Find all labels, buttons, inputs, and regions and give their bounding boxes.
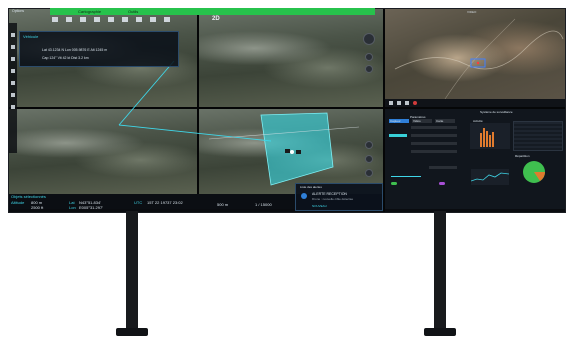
alert-icon bbox=[301, 193, 307, 199]
form-field[interactable] bbox=[411, 150, 457, 153]
zoom-in-icon[interactable] bbox=[365, 53, 373, 61]
altitude-label: Altitude bbox=[11, 200, 25, 205]
dashboard: Système de surveillance Paramètres Capte… bbox=[385, 109, 565, 209]
target-marker bbox=[470, 58, 486, 68]
info-panel-row: Lat 43.1234 N Lon 005.9876 E Alt 1245 m bbox=[42, 48, 108, 52]
draw-icon[interactable] bbox=[11, 57, 15, 61]
ship-icon[interactable] bbox=[150, 17, 156, 22]
distribution-pie bbox=[523, 161, 545, 183]
utc-value: 15T 22 19737 23:02 bbox=[147, 200, 183, 205]
screen-seam bbox=[383, 9, 385, 212]
play-icon[interactable] bbox=[389, 101, 393, 105]
surveillance-zone bbox=[260, 112, 334, 186]
vehicle-marker bbox=[285, 149, 290, 153]
vehicle-marker bbox=[296, 150, 301, 154]
alert-notification[interactable]: Liste des alertes ALERTE RECEPTION Drone… bbox=[295, 183, 383, 211]
mini-line-chart bbox=[471, 169, 509, 185]
user-icon[interactable] bbox=[66, 17, 72, 22]
measure-icon[interactable] bbox=[11, 69, 15, 73]
view-mode-label[interactable]: 2D bbox=[212, 16, 220, 22]
plane-icon[interactable] bbox=[136, 17, 142, 22]
form-field[interactable] bbox=[429, 166, 457, 169]
pole-base-right bbox=[424, 328, 456, 336]
video-wall: VIDEO Système de surveillance Paramètres… bbox=[8, 8, 566, 213]
recenter-icon[interactable] bbox=[365, 169, 373, 177]
compass-icon[interactable] bbox=[363, 33, 375, 45]
activity-bars bbox=[470, 123, 510, 149]
tab-bar: Capteur Vidéo Carte bbox=[389, 119, 459, 123]
alert-body: Drone : nouvelle cible détectée bbox=[312, 197, 354, 201]
pause-icon[interactable] bbox=[397, 101, 401, 105]
form-field[interactable] bbox=[411, 126, 457, 129]
slider[interactable] bbox=[391, 176, 421, 177]
pointer-icon[interactable] bbox=[11, 45, 15, 49]
info-panel-row: Cap 124° Vit 42 kt Dist 3.2 km bbox=[42, 56, 89, 60]
cursor-icon[interactable] bbox=[80, 17, 86, 22]
route-icon[interactable] bbox=[11, 93, 15, 97]
toggle[interactable] bbox=[439, 182, 445, 185]
alert-footer: NOUVEAU bbox=[312, 204, 327, 208]
support-pole-right bbox=[434, 211, 446, 333]
utc-label: UTC bbox=[134, 200, 143, 205]
icon-toolbar bbox=[52, 16, 202, 24]
video-feed[interactable] bbox=[385, 9, 565, 107]
alert-title: ALERTE RECEPTION bbox=[312, 192, 347, 196]
form-field[interactable] bbox=[389, 134, 407, 137]
form-field[interactable] bbox=[411, 134, 457, 137]
pen-icon[interactable] bbox=[94, 17, 100, 22]
marker-icon[interactable] bbox=[122, 17, 128, 22]
link-line bbox=[118, 60, 175, 126]
active-tab[interactable]: Cartographie bbox=[78, 9, 101, 14]
support-pole-left bbox=[126, 211, 138, 333]
status-bar: Objets sélectionnés Altitude 800 m 2500 … bbox=[9, 194, 295, 210]
tools-tab[interactable]: Outils bbox=[128, 9, 138, 14]
tab-video-label: Vidéo bbox=[413, 119, 421, 123]
ruler-icon[interactable] bbox=[108, 17, 114, 22]
settings-icon[interactable] bbox=[11, 105, 15, 109]
link-line bbox=[118, 124, 272, 142]
stop-icon[interactable] bbox=[405, 101, 409, 105]
zoom-out-icon[interactable] bbox=[365, 65, 373, 73]
lon-value: E005°31.297' bbox=[79, 205, 103, 210]
video-overlay bbox=[394, 18, 564, 100]
rotate-icon[interactable] bbox=[365, 141, 373, 149]
video-controls bbox=[385, 99, 565, 107]
tab-capteur-label: Capteur bbox=[390, 119, 401, 123]
map-icon[interactable] bbox=[164, 17, 170, 22]
tilt-icon[interactable] bbox=[365, 155, 373, 163]
video-title: VIDEO bbox=[467, 10, 477, 14]
alert-header: Liste des alertes bbox=[300, 185, 322, 189]
pie-title: Répartition bbox=[515, 154, 530, 158]
toggle[interactable] bbox=[391, 182, 397, 185]
data-table bbox=[513, 121, 563, 151]
altitude-value-ft: 2500 ft bbox=[31, 205, 44, 210]
top-toolbar: Cartographie Outils bbox=[50, 8, 375, 15]
options-menu[interactable]: Options bbox=[12, 9, 24, 13]
scale-value: 500 m bbox=[217, 202, 229, 207]
lon-label: Lon bbox=[69, 205, 76, 210]
form-field[interactable] bbox=[411, 142, 457, 145]
form-rows bbox=[389, 126, 459, 186]
record-icon[interactable] bbox=[413, 101, 417, 105]
dashboard-title: Système de surveillance bbox=[480, 110, 513, 114]
ratio-value: 1 / 15000 bbox=[255, 202, 272, 207]
layers-icon[interactable] bbox=[11, 33, 15, 37]
pole-base-left bbox=[116, 328, 148, 336]
vertical-toolbar bbox=[9, 23, 17, 153]
drone-marker bbox=[290, 150, 294, 154]
tab-carte-label: Carte bbox=[436, 119, 444, 123]
selected-objects-title: Objets sélectionnés bbox=[11, 194, 46, 199]
target-icon[interactable] bbox=[11, 81, 15, 85]
home-icon[interactable] bbox=[52, 17, 58, 22]
info-panel-title: Véhicule bbox=[23, 34, 39, 39]
vehicle-info-panel[interactable]: Véhicule Lat 43.1234 N Lon 005.9876 E Al… bbox=[19, 31, 179, 67]
